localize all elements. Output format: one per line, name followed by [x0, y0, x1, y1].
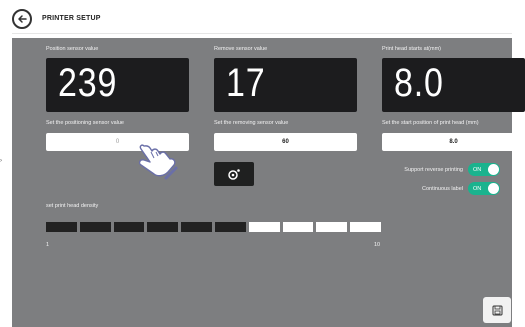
density-segment[interactable]: [181, 222, 212, 232]
removing-sensor-input[interactable]: 60: [214, 133, 357, 151]
continuous-label-row: Continuous label ON: [422, 182, 500, 195]
toggle-knob: [488, 164, 499, 175]
remove-sensor-value-box: 17: [214, 58, 357, 112]
removing-input-label: Set the removing sensor value: [214, 120, 289, 126]
reverse-printing-state: ON: [473, 166, 482, 173]
density-segment[interactable]: [147, 222, 179, 232]
density-min-label: 1: [46, 242, 50, 248]
print-head-start-value-box: 8.0: [382, 58, 525, 112]
density-max-label: 10: [374, 242, 381, 248]
density-segment[interactable]: [248, 222, 280, 232]
density-slider[interactable]: [46, 222, 381, 235]
density-segment[interactable]: [316, 222, 348, 232]
remove-sensor-value: 17: [226, 61, 266, 105]
page-title: PRINTER SETUP: [42, 15, 101, 22]
continuous-label-state: ON: [473, 185, 482, 192]
camera-icon: [228, 169, 240, 180]
hand-pointer-icon: [138, 144, 178, 180]
density-segment[interactable]: [282, 222, 314, 232]
reverse-printing-row: Support reverse printing ON: [404, 163, 500, 176]
density-segment[interactable]: [79, 222, 111, 232]
print-head-start-value: 8.0: [394, 61, 444, 105]
edge-chevron-icon: ›: [0, 158, 2, 164]
position-sensor-value: 239: [58, 61, 118, 105]
settings-panel: Position sensor value Remove sensor valu…: [12, 38, 525, 327]
remove-sensor-label: Remove sensor value: [214, 46, 268, 52]
save-icon: [492, 305, 502, 315]
density-segment[interactable]: [350, 222, 381, 232]
reverse-printing-toggle[interactable]: ON: [468, 163, 500, 176]
arrow-left-icon: [18, 14, 27, 23]
header-bar: PRINTER SETUP: [12, 4, 512, 34]
start-position-input-label: Set the start position of print head (mm…: [382, 120, 479, 126]
continuous-label-label: Continuous label: [422, 185, 463, 192]
printer-setup-screen: › PRINTER SETUP Position sensor value Re…: [0, 0, 525, 327]
reverse-printing-label: Support reverse printing: [404, 166, 463, 173]
save-button[interactable]: [483, 297, 511, 323]
density-label: set print head density: [46, 203, 99, 209]
print-head-start-label: Print head starts at(mm): [382, 46, 441, 52]
position-sensor-label: Position sensor value: [46, 46, 99, 52]
density-segment[interactable]: [46, 222, 77, 232]
density-segment[interactable]: [214, 222, 246, 232]
start-position-input[interactable]: 8.0: [382, 133, 525, 151]
toggle-knob: [488, 183, 499, 194]
back-button[interactable]: [12, 8, 32, 29]
position-sensor-value-box: 239: [46, 58, 189, 112]
density-segment[interactable]: [113, 222, 145, 232]
positioning-input-label: Set the positioning sensor value: [46, 120, 124, 126]
continuous-label-toggle[interactable]: ON: [468, 182, 500, 195]
sensor-calibrate-button[interactable]: [214, 162, 254, 186]
